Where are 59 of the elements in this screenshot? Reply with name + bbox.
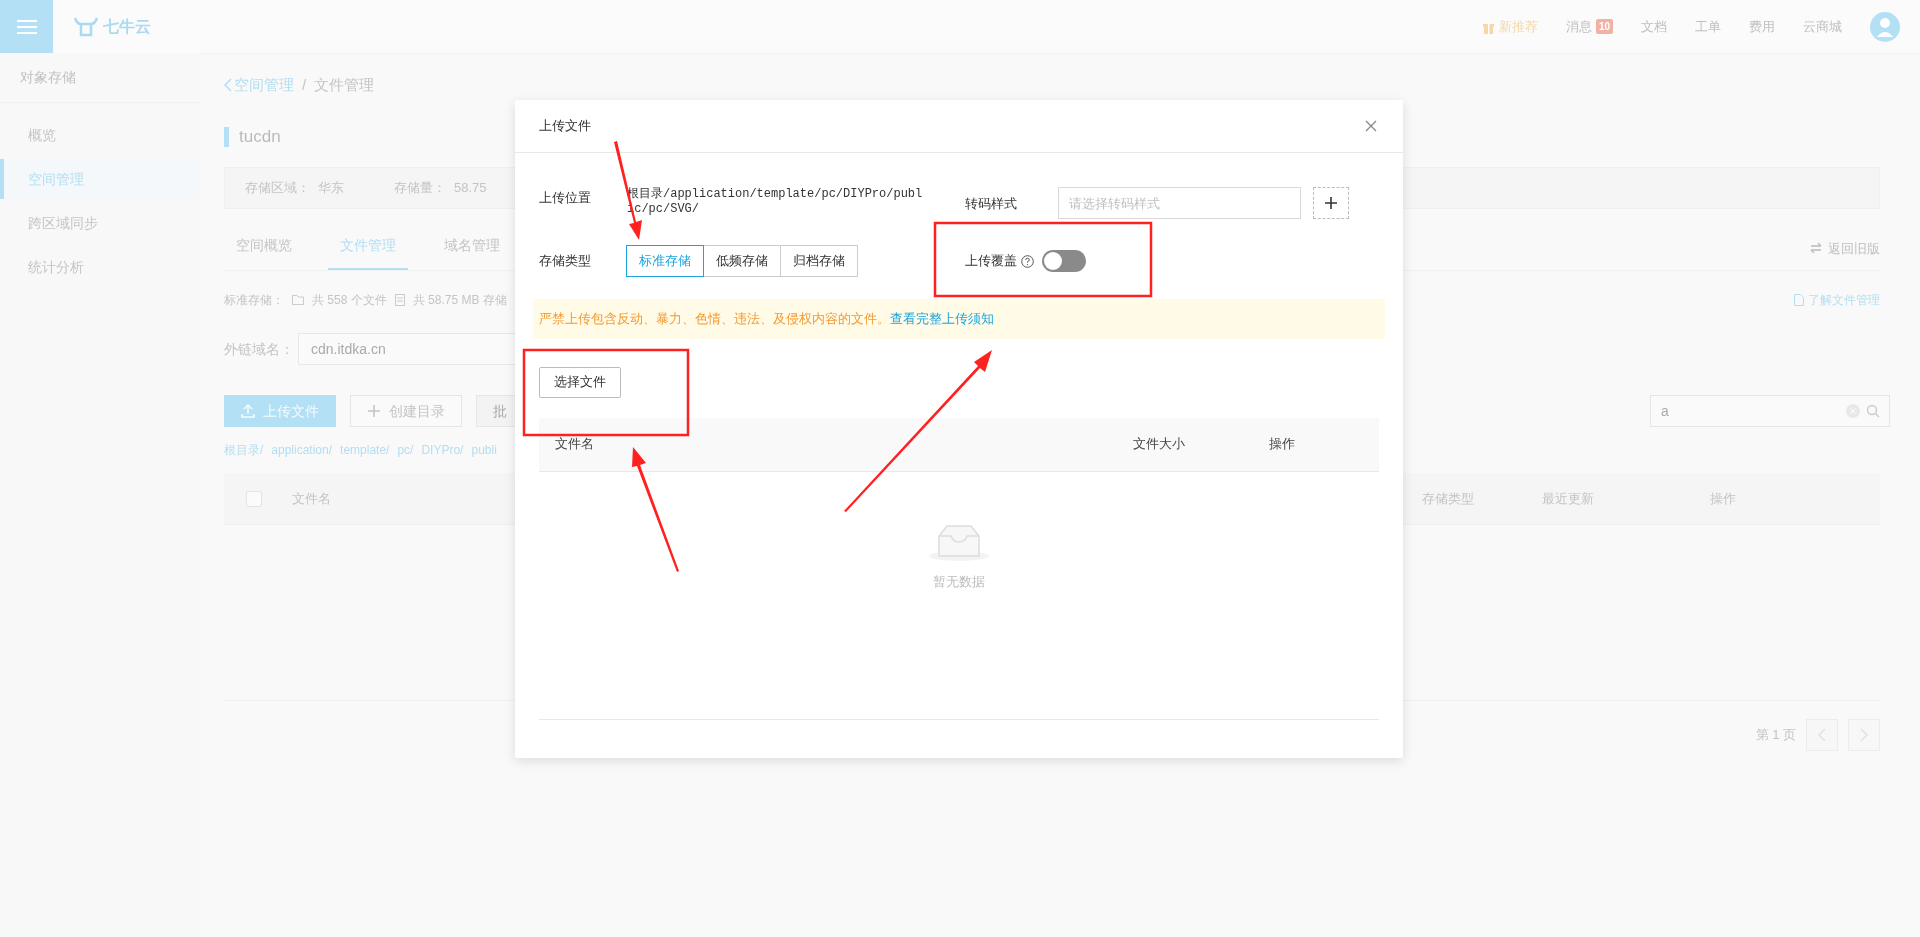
plus-icon — [367, 404, 381, 418]
close-button[interactable] — [1363, 118, 1379, 134]
storage-icon — [394, 294, 405, 306]
path-link[interactable]: DIYPro/ — [421, 441, 464, 459]
column-header: 操作 — [1269, 435, 1296, 454]
path-link[interactable]: application/ — [271, 441, 333, 459]
column-header: 文件大小 — [1133, 435, 1186, 454]
nav-link[interactable]: 云商城 — [1803, 16, 1842, 37]
field-label: 转码样式 — [965, 195, 1018, 213]
breadcrumb-link[interactable]: 空间管理 — [224, 73, 294, 97]
next-page-button[interactable] — [1848, 719, 1880, 751]
folder-icon — [292, 295, 304, 305]
search-field[interactable]: a — [1650, 395, 1890, 427]
field-label: 上传覆盖 — [965, 252, 1017, 271]
breadcrumb-separator: / — [302, 74, 307, 95]
chevron-left-icon — [224, 78, 232, 92]
field-label: 上传位置 — [539, 189, 592, 207]
nav-link[interactable]: 费用 — [1749, 16, 1775, 37]
logo-text: 七牛云 — [103, 16, 151, 37]
path-link[interactable]: 根目录/ — [224, 441, 264, 459]
document-icon — [1794, 294, 1804, 306]
close-icon — [1365, 120, 1377, 132]
sidebar-item[interactable]: 空间管理 — [0, 159, 200, 199]
user-avatar[interactable] — [1870, 11, 1900, 42]
storage-type-option[interactable]: 低频存储 — [703, 245, 781, 277]
person-silhouette-icon — [1876, 16, 1894, 37]
overwrite-toggle[interactable] — [1042, 250, 1086, 272]
field-label: 存储类型 — [539, 252, 592, 271]
plus-icon — [1325, 197, 1337, 209]
help-link[interactable]: 了解文件管理 — [1794, 291, 1880, 309]
add-style-button[interactable] — [1313, 187, 1349, 219]
message-count-badge: 10 — [1595, 19, 1613, 34]
storage-type-option[interactable]: 归档存储 — [780, 245, 858, 277]
storage-type-option[interactable]: 标准存储 — [626, 245, 704, 277]
nav-link[interactable]: 新推荐 — [1481, 16, 1538, 37]
nav-link[interactable]: 工单 — [1695, 16, 1721, 37]
upload-icon — [241, 404, 255, 418]
menu-icon — [16, 18, 37, 35]
path-link[interactable]: publi — [471, 441, 497, 459]
nav-link[interactable]: 文档 — [1641, 16, 1667, 37]
choose-file-button[interactable]: 选择文件 — [539, 366, 621, 398]
tab[interactable]: 文件管理 — [328, 235, 408, 270]
notice-link[interactable]: 查看完整上传须知 — [890, 311, 994, 326]
nav-link[interactable]: 消息 10 — [1565, 16, 1613, 37]
path-link[interactable]: template/ — [340, 441, 390, 459]
previous-page-button[interactable] — [1806, 719, 1838, 751]
select-all-checkbox[interactable] — [246, 490, 262, 507]
title-accent-bar — [224, 127, 229, 147]
path-link[interactable]: pc/ — [397, 441, 414, 459]
help-circle-icon — [1021, 254, 1034, 268]
bucket-name: tucdn — [239, 126, 281, 149]
menu-button[interactable] — [0, 0, 53, 53]
empty-message: 暂无数据 — [933, 572, 985, 591]
notice-text: 严禁上传包含反动、暴力、色情、违法、及侵权内容的文件。 — [539, 311, 890, 326]
column-header: 文件名 — [554, 435, 595, 454]
transcode-select-field[interactable]: 请选择转码样式 — [1058, 187, 1301, 219]
dialog-title: 上传文件 — [539, 117, 591, 136]
swap-arrows-icon — [1810, 242, 1822, 255]
bull-head-icon — [73, 15, 99, 38]
